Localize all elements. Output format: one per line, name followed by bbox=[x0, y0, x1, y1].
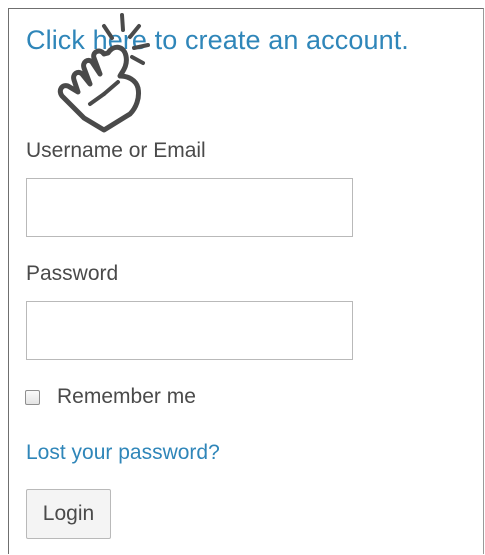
remember-me-label[interactable]: Remember me bbox=[57, 384, 196, 410]
remember-me-checkbox[interactable] bbox=[25, 389, 40, 405]
password-input[interactable] bbox=[26, 301, 353, 360]
create-account-link[interactable]: Click here to create an account. bbox=[26, 22, 409, 58]
login-button[interactable]: Login bbox=[26, 489, 111, 539]
username-label: Username or Email bbox=[26, 139, 206, 162]
username-input[interactable] bbox=[26, 178, 353, 237]
password-label: Password bbox=[26, 262, 119, 285]
lost-password-link[interactable]: Lost your password? bbox=[26, 440, 220, 466]
remember-me-row[interactable]: Remember me bbox=[25, 384, 196, 410]
